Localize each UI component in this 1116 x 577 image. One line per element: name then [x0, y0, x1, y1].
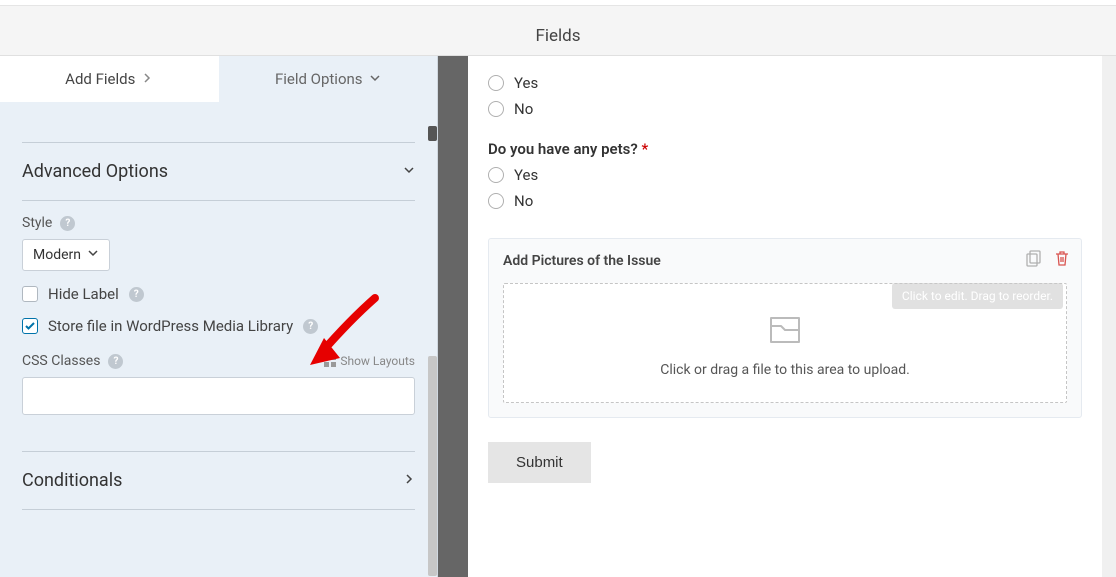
chevron-down-icon — [87, 247, 99, 263]
duplicate-icon[interactable] — [1025, 249, 1043, 267]
store-media-checkbox[interactable] — [22, 318, 38, 334]
help-icon[interactable]: ? — [60, 216, 75, 231]
required-star-icon: * — [638, 140, 648, 158]
css-classes-label: CSS Classes — [22, 353, 100, 369]
chevron-down-icon — [369, 70, 381, 88]
radio-icon — [488, 167, 504, 183]
radio-icon — [488, 101, 504, 117]
hide-label-text: Hide Label — [48, 285, 119, 303]
radio-icon — [488, 75, 504, 91]
help-icon[interactable]: ? — [108, 354, 123, 369]
chevron-right-icon — [403, 473, 415, 489]
right-scrollbar[interactable] — [1102, 56, 1116, 577]
page-header: Fields — [0, 6, 1116, 56]
submit-button[interactable]: Submit — [488, 442, 591, 483]
left-sidebar: Add Fields Field Options Advanced Option… — [0, 56, 438, 577]
section-conditionals-title: Conditionals — [22, 470, 122, 491]
style-select[interactable]: Modern — [22, 239, 110, 271]
style-label: Style — [22, 215, 52, 231]
radio-label: Yes — [514, 74, 538, 92]
dropzone-text: Click or drag a file to this area to upl… — [514, 362, 1056, 378]
delete-icon[interactable] — [1053, 249, 1071, 267]
tab-field-options-label: Field Options — [275, 70, 363, 88]
show-layouts-link[interactable]: Show Layouts — [324, 354, 415, 368]
tab-add-fields[interactable]: Add Fields — [0, 56, 219, 102]
radio-label: No — [514, 100, 533, 118]
scrollbar-button[interactable] — [428, 126, 437, 141]
scrollbar-thumb[interactable] — [428, 356, 437, 576]
section-advanced-options[interactable]: Advanced Options — [22, 143, 415, 200]
edit-tooltip: Click to edit. Drag to reorder. — [892, 283, 1063, 309]
radio-icon — [488, 193, 504, 209]
header-title: Fields — [535, 26, 580, 46]
upload-field-title: Add Pictures of the Issue — [503, 253, 1067, 269]
store-media-text: Store file in WordPress Media Library — [48, 317, 293, 335]
form-preview: Yes No Do you have any pets? * Yes No Ad… — [468, 56, 1102, 577]
radio-option-no[interactable]: No — [488, 100, 1082, 118]
section-advanced-title: Advanced Options — [22, 161, 168, 182]
submit-label: Submit — [516, 454, 563, 471]
upload-field[interactable]: Add Pictures of the Issue Click to edit.… — [488, 238, 1082, 418]
radio-option-no[interactable]: No — [488, 192, 1082, 210]
radio-option-yes[interactable]: Yes — [488, 74, 1082, 92]
help-icon[interactable]: ? — [303, 319, 318, 334]
style-value: Modern — [33, 247, 81, 263]
section-conditionals[interactable]: Conditionals — [22, 452, 415, 509]
question-label: Do you have any pets? — [488, 140, 638, 158]
chevron-down-icon — [403, 164, 415, 180]
help-icon[interactable]: ? — [129, 287, 144, 302]
radio-label: No — [514, 192, 533, 210]
css-classes-input[interactable] — [22, 377, 415, 415]
radio-option-yes[interactable]: Yes — [488, 166, 1082, 184]
tab-add-fields-label: Add Fields — [65, 70, 135, 88]
radio-label: Yes — [514, 166, 538, 184]
upload-box-icon — [514, 314, 1056, 348]
tab-field-options[interactable]: Field Options — [219, 56, 438, 102]
chevron-right-icon — [141, 70, 153, 88]
show-layouts-text: Show Layouts — [340, 354, 415, 368]
hide-label-checkbox[interactable] — [22, 286, 38, 302]
